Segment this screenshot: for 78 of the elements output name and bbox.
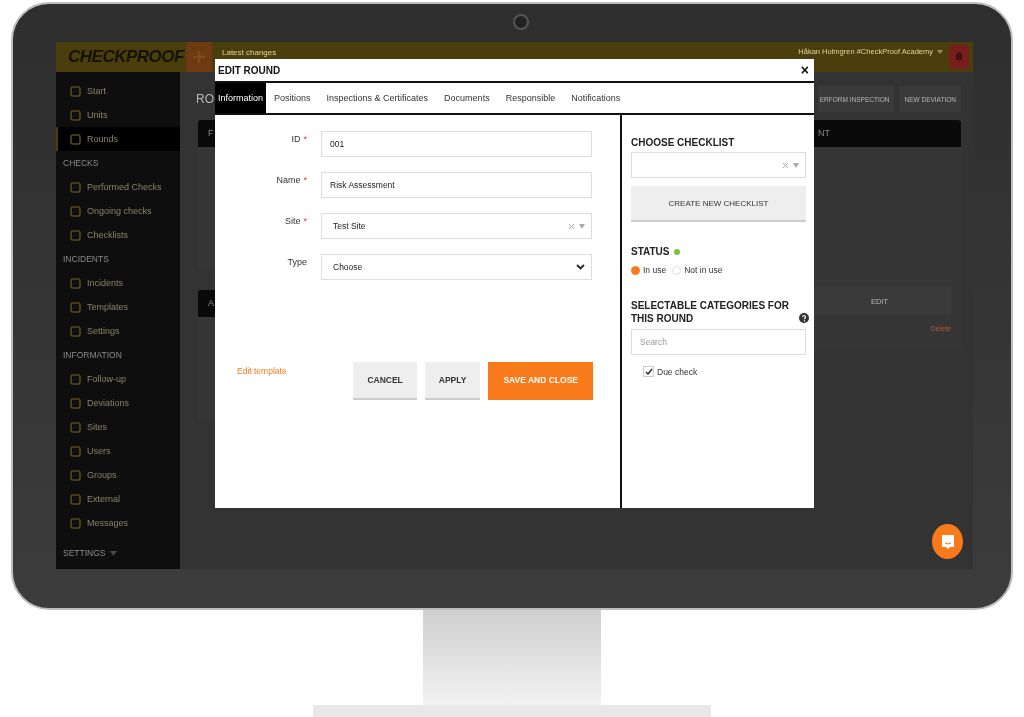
sidebar-section-heading: INFORMATION xyxy=(62,349,123,362)
sidebar-item[interactable]: Groups xyxy=(56,463,180,487)
sidebar-item[interactable]: Performed Checks xyxy=(56,175,180,199)
square-icon xyxy=(70,445,81,457)
camera-icon xyxy=(513,14,529,30)
select-field[interactable]: Test Site xyxy=(321,213,592,239)
caret-icon xyxy=(109,550,117,556)
add-button[interactable] xyxy=(186,42,212,72)
dropdown-field[interactable]: Choose xyxy=(321,254,592,280)
square-icon xyxy=(70,229,81,241)
text-field[interactable]: Risk Assessment xyxy=(321,172,592,198)
sidebar-item[interactable]: Units xyxy=(56,103,180,127)
square-icon xyxy=(70,421,81,433)
radio-option[interactable]: Not in use xyxy=(672,265,723,275)
close-button[interactable]: × xyxy=(798,62,811,78)
notification-button[interactable] xyxy=(949,45,969,69)
required-mark: * xyxy=(303,216,307,226)
square-icon xyxy=(70,181,81,193)
radio-option[interactable]: In use xyxy=(631,265,667,275)
square-icon xyxy=(70,493,81,505)
square-icon xyxy=(70,133,81,145)
sidebar-item[interactable]: Checklists xyxy=(56,223,180,247)
sidebar-item[interactable]: Rounds xyxy=(56,127,180,151)
section-heading: CHOOSE CHECKLIST xyxy=(631,137,736,148)
search-field[interactable]: Search xyxy=(631,329,806,355)
clear-and-caret-icon xyxy=(569,222,585,230)
sidebar-item[interactable]: Follow-up xyxy=(56,367,180,391)
sidebar-item[interactable]: Sites xyxy=(56,415,180,439)
chat-button[interactable] xyxy=(932,524,963,559)
sidebar-section-heading: CHECKS xyxy=(62,157,100,170)
page-title: RO xyxy=(196,92,214,106)
sidebar-settings-menu[interactable]: SETTINGS xyxy=(56,541,180,565)
tab[interactable]: Information xyxy=(215,83,267,113)
sidebar-item[interactable]: Users xyxy=(56,439,180,463)
caret-icon xyxy=(937,50,943,54)
bell-icon xyxy=(954,51,964,63)
sidebar-item[interactable]: Incidents xyxy=(56,271,180,295)
sidebar-item[interactable]: Settings xyxy=(56,319,180,343)
square-icon xyxy=(70,469,81,481)
square-icon xyxy=(70,325,81,337)
checklist-select-field[interactable] xyxy=(631,152,806,178)
square-icon xyxy=(70,85,81,97)
field-label: ID * xyxy=(290,133,308,144)
checkbox[interactable] xyxy=(643,366,654,377)
category-checkbox[interactable]: Due check xyxy=(643,366,809,377)
sidebar-item[interactable]: Templates xyxy=(56,295,180,319)
create-checklist-button[interactable]: CREATE NEW CHECKLIST xyxy=(631,186,806,222)
latest-changes-link[interactable]: Latest changes xyxy=(222,48,277,57)
field-label: Site * xyxy=(283,215,308,226)
dialog-title: EDIT ROUND xyxy=(218,64,281,76)
help-icon xyxy=(799,313,809,323)
chat-bubble-icon xyxy=(940,533,955,550)
required-mark: * xyxy=(303,134,307,144)
square-icon xyxy=(70,517,81,529)
status-dot xyxy=(673,248,680,255)
sidebar-item[interactable]: Deviations xyxy=(56,391,180,415)
field-label: Type xyxy=(286,256,308,267)
sidebar-item[interactable]: Messages xyxy=(56,511,180,535)
sidebar-section-heading: INCIDENTS xyxy=(62,253,110,266)
sidebar-item[interactable]: Start xyxy=(56,79,180,103)
required-mark: * xyxy=(303,175,307,185)
square-icon xyxy=(70,277,81,289)
sidebar-item[interactable]: External xyxy=(56,487,180,511)
square-icon xyxy=(70,301,81,313)
dialog-button[interactable]: APPLY xyxy=(424,362,481,400)
square-icon xyxy=(70,205,81,217)
section-heading: STATUS xyxy=(631,246,670,257)
text-field[interactable]: 001 xyxy=(321,131,592,157)
chevron-down-icon xyxy=(576,264,585,270)
section-heading: SELECTABLE CATEGORIES FOR THIS ROUND xyxy=(631,299,790,325)
square-icon xyxy=(70,109,81,121)
dialog-button[interactable]: CANCEL xyxy=(353,362,417,400)
sidebar-item[interactable]: Ongoing checks xyxy=(56,199,180,223)
checkmark-icon xyxy=(644,368,653,375)
field-label: Name * xyxy=(275,174,308,185)
clear-and-caret-icon xyxy=(783,161,799,169)
square-icon xyxy=(70,373,81,385)
square-icon xyxy=(70,397,81,409)
